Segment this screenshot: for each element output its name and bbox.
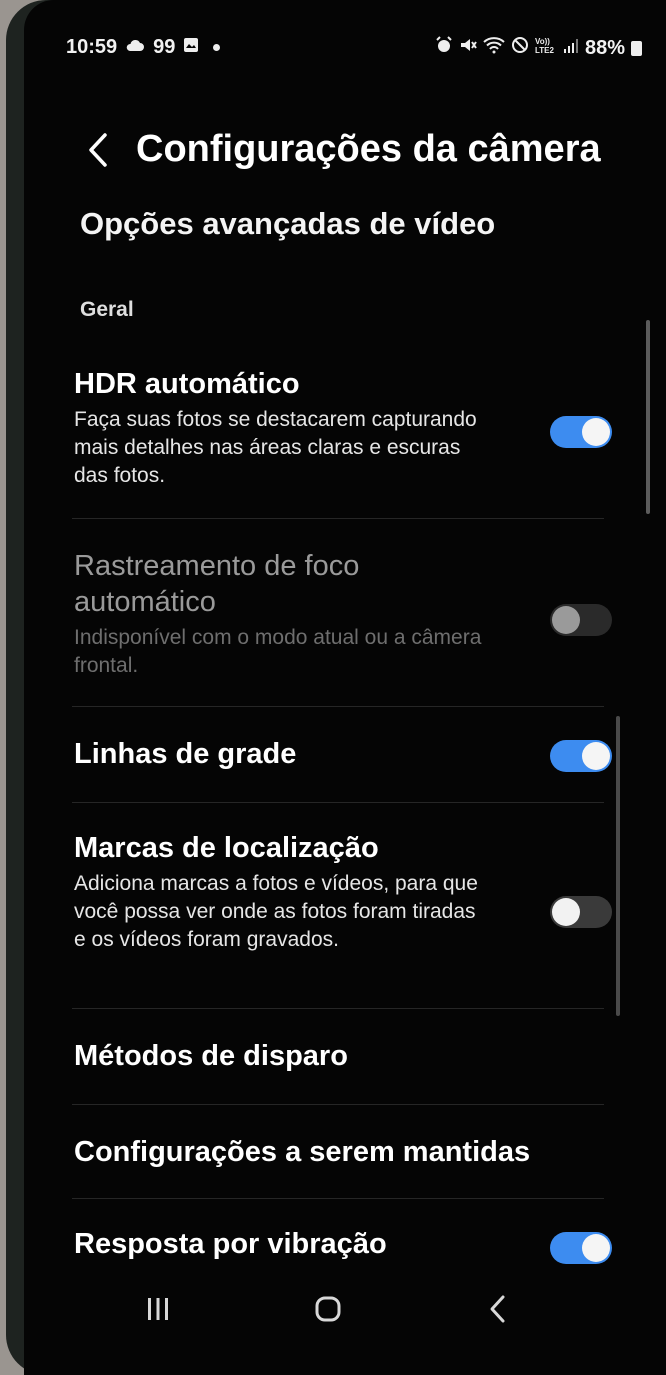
back-button[interactable] bbox=[78, 126, 118, 174]
vibration-feedback-toggle[interactable] bbox=[550, 1232, 612, 1264]
setting-description: Indisponível com o modo atual ou a câmer… bbox=[74, 626, 482, 677]
setting-title: HDR automático bbox=[74, 368, 300, 400]
cloud-icon bbox=[125, 38, 145, 57]
location-tags-toggle[interactable] bbox=[550, 896, 612, 928]
setting-description: Adiciona marcas a fotos e vídeos, para q… bbox=[74, 872, 478, 951]
section-header-general: Geral bbox=[80, 298, 134, 321]
setting-grid-lines[interactable]: Linhas de grade bbox=[74, 736, 612, 772]
toggle-knob bbox=[582, 742, 610, 770]
app-header: Configurações da câmera bbox=[78, 126, 646, 182]
setting-title: Linhas de grade bbox=[74, 738, 297, 770]
svg-text:Vo)): Vo)) bbox=[535, 37, 550, 46]
setting-focus-tracking: Rastreamento de foco automático Indispon… bbox=[74, 548, 612, 680]
alarm-icon bbox=[435, 36, 453, 60]
notification-dot bbox=[213, 44, 221, 51]
signal-icon bbox=[563, 37, 579, 60]
battery-level: 88% bbox=[584, 36, 625, 59]
grid-lines-toggle[interactable] bbox=[550, 740, 612, 772]
navigation-bar bbox=[24, 1265, 666, 1375]
setting-shooting-methods[interactable]: Métodos de disparo bbox=[74, 1038, 612, 1074]
divider bbox=[72, 1198, 604, 1199]
setting-location-tags[interactable]: Marcas de localização Adiciona marcas a … bbox=[74, 830, 612, 954]
setting-title: Métodos de disparo bbox=[74, 1040, 348, 1072]
recent-apps-button[interactable] bbox=[128, 1287, 188, 1331]
divider bbox=[72, 518, 604, 519]
battery-icon bbox=[631, 40, 642, 56]
setting-description: Faça suas fotos se destacarem capturando… bbox=[74, 408, 477, 487]
setting-title: Rastreamento de foco automático bbox=[74, 550, 360, 618]
do-not-disturb-icon bbox=[511, 36, 529, 60]
scrollbar[interactable] bbox=[646, 320, 650, 514]
chevron-left-icon bbox=[89, 133, 107, 167]
toggle-knob bbox=[552, 898, 580, 926]
image-icon bbox=[183, 36, 199, 59]
mute-icon bbox=[459, 36, 477, 60]
scrollbar-secondary[interactable] bbox=[616, 716, 620, 1016]
divider bbox=[72, 1008, 604, 1009]
clock: 10:59 bbox=[66, 36, 118, 58]
toggle-knob bbox=[582, 418, 610, 446]
advanced-video-options-link[interactable]: Opções avançadas de vídeo bbox=[80, 206, 495, 242]
divider bbox=[72, 802, 604, 803]
nav-back-button[interactable] bbox=[468, 1287, 528, 1331]
page-title: Configurações da câmera bbox=[136, 128, 601, 170]
setting-hdr[interactable]: HDR automático Faça suas fotos se destac… bbox=[74, 366, 612, 490]
home-button[interactable] bbox=[298, 1287, 358, 1331]
setting-settings-to-keep[interactable]: Configurações a serem mantidas bbox=[74, 1134, 612, 1170]
home-icon bbox=[315, 1296, 341, 1322]
divider bbox=[72, 706, 604, 707]
divider bbox=[72, 1104, 604, 1105]
setting-title: Configurações a serem mantidas bbox=[74, 1136, 531, 1168]
setting-vibration-feedback[interactable]: Resposta por vibração bbox=[74, 1226, 612, 1264]
toggle-knob bbox=[582, 1234, 610, 1262]
volte-icon: Vo)) LTE2 bbox=[535, 36, 557, 60]
recent-apps-icon bbox=[148, 1298, 168, 1320]
wifi-icon bbox=[483, 36, 505, 60]
back-icon bbox=[490, 1295, 505, 1323]
focus-tracking-toggle bbox=[550, 604, 612, 636]
toggle-knob bbox=[552, 606, 580, 634]
screen: 10:59 99 Vo)) LTE2 88% Configurações da … bbox=[24, 0, 666, 1375]
svg-text:LTE2: LTE2 bbox=[535, 46, 555, 54]
hdr-toggle[interactable] bbox=[550, 416, 612, 448]
setting-title: Resposta por vibração bbox=[74, 1228, 387, 1260]
setting-title: Marcas de localização bbox=[74, 832, 379, 864]
notification-count: 99 bbox=[153, 36, 176, 58]
status-bar: 10:59 99 Vo)) LTE2 88% bbox=[66, 36, 642, 66]
